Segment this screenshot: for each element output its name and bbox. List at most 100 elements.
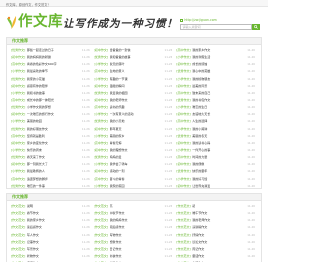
article-title-link[interactable]: 读后感作文 bbox=[27, 225, 81, 229]
article-title-link[interactable]: 友谊地久天长 bbox=[192, 112, 246, 116]
article-item[interactable]: [作文范文] 抒情作文 11-26 bbox=[176, 231, 255, 238]
article-category-link[interactable]: [初中作文] bbox=[94, 84, 108, 88]
article-item[interactable]: [作文范文] 观后感作文 11-26 bbox=[94, 224, 173, 231]
article-category-link[interactable]: [初中作文] bbox=[94, 48, 108, 52]
article-title-link[interactable]: 给爸爸的一封信 bbox=[110, 48, 164, 52]
article-category-link[interactable]: [作文范文] bbox=[176, 240, 190, 244]
article-item[interactable]: [优秀作文] 美丽的冬天 11-26 bbox=[176, 132, 255, 139]
article-category-link[interactable]: [高中作文] bbox=[94, 177, 108, 181]
article-item[interactable]: [小学作文] 我最喜欢的季节 11-26 bbox=[11, 68, 90, 75]
article-category-link[interactable]: [作文范文] bbox=[11, 211, 25, 215]
article-category-link[interactable]: [小学作文] bbox=[11, 169, 25, 173]
article-category-link[interactable]: [高中作文] bbox=[11, 62, 25, 66]
article-item[interactable]: [小学作文] 难忘的生日 11-26 bbox=[176, 104, 255, 111]
article-item[interactable]: [高中作文] 生命的意义 11-26 bbox=[94, 68, 173, 75]
article-title-link[interactable]: 演讲稿作文 bbox=[192, 225, 246, 229]
article-title-link[interactable]: 写人作文 bbox=[27, 233, 81, 237]
article-title-link[interactable]: 我爱我的祖国 bbox=[110, 91, 164, 95]
article-category-link[interactable]: [作文范文] bbox=[176, 247, 190, 251]
article-item[interactable]: [作文范文] 初 11-26 bbox=[176, 203, 255, 210]
article-item[interactable]: [作文范文] 记事作文 11-26 bbox=[11, 238, 90, 245]
article-item[interactable]: [初中作文] 给爸爸的一封信 11-26 bbox=[94, 47, 173, 54]
article-category-link[interactable]: [小学作文] bbox=[11, 119, 25, 123]
article-category-link[interactable]: [优秀作文] bbox=[11, 155, 25, 159]
article-category-link[interactable]: [初中作文] bbox=[11, 141, 25, 145]
article-item[interactable]: [高中作文] 追逐梦想的脚步 11-26 bbox=[11, 175, 90, 182]
article-title-link[interactable]: 我的家乡作文 bbox=[192, 48, 246, 52]
article-item[interactable]: [作文范文] 议论文作文 11-26 bbox=[176, 238, 255, 245]
article-item[interactable]: [初中作文] 家乡的变化作文 11-26 bbox=[11, 139, 90, 146]
article-category-link[interactable]: [高中作文] bbox=[176, 155, 190, 159]
article-item[interactable]: [高中作文] 我的家乡作文 11-26 bbox=[176, 47, 255, 54]
article-title-link[interactable]: 奋斗的青春 bbox=[110, 177, 164, 181]
article-category-link[interactable]: [作文范文] bbox=[11, 204, 25, 208]
article-category-link[interactable]: [小学作文] bbox=[11, 69, 25, 73]
article-category-link[interactable]: [高中作文] bbox=[94, 69, 108, 73]
article-title-link[interactable]: 成长的烦恼 bbox=[192, 62, 246, 66]
article-item[interactable]: [初中作文] 我的读书心得 11-26 bbox=[176, 139, 255, 146]
article-title-link[interactable]: 我家的菜园 bbox=[110, 184, 164, 188]
article-category-link[interactable]: [优秀作文] bbox=[11, 127, 25, 131]
article-title-link[interactable]: 我的好习惯 bbox=[192, 177, 246, 181]
article-category-link[interactable]: [小学作文] bbox=[176, 127, 190, 131]
article-item[interactable]: [优秀作文] 春天来了作文 11-26 bbox=[11, 154, 90, 161]
article-title-link[interactable]: 观后感作文 bbox=[110, 225, 164, 229]
article-title-link[interactable]: 我的老师作文 bbox=[192, 218, 246, 222]
article-title-link[interactable]: 那一刻我长大了 bbox=[27, 162, 81, 166]
article-title-link[interactable]: 日记作文 bbox=[110, 247, 164, 251]
article-category-link[interactable]: [小学作文] bbox=[94, 112, 108, 116]
article-title-link[interactable]: 最美的风景 bbox=[192, 84, 246, 88]
article-category-link[interactable]: [初中作文] bbox=[176, 162, 190, 166]
article-category-link[interactable]: [小学作文] bbox=[94, 162, 108, 166]
article-category-link[interactable]: [初中作文] bbox=[94, 148, 108, 152]
article-category-link[interactable]: [高中作文] bbox=[11, 98, 25, 102]
article-title-link[interactable]: 中秋节作文 bbox=[110, 211, 164, 215]
article-category-link[interactable]: [初中作文] bbox=[176, 62, 190, 66]
article-item[interactable]: [作文范文] 想象作文 11-26 bbox=[94, 238, 173, 245]
article-title-link[interactable]: 书信作文 bbox=[110, 254, 164, 258]
article-category-link[interactable]: [小学作文] bbox=[94, 62, 108, 66]
article-title-link[interactable]: 我的老师作文 bbox=[110, 98, 164, 102]
article-item[interactable]: [初中作文] 我的偶像 11-26 bbox=[176, 161, 255, 168]
article-title-link[interactable]: 致未来的自己 bbox=[192, 91, 246, 95]
article-category-link[interactable]: [优秀作文] bbox=[94, 91, 108, 95]
article-title-link[interactable]: 我的偶像 bbox=[192, 162, 246, 166]
article-category-link[interactable]: [小学作文] bbox=[176, 55, 190, 59]
search-button[interactable] bbox=[252, 24, 260, 30]
article-item[interactable]: [作文范文] 端午节作文 11-26 bbox=[176, 210, 255, 217]
article-title-link[interactable]: 家乡的变化作文 bbox=[27, 141, 81, 145]
article-category-link[interactable]: [作文范文] bbox=[94, 233, 108, 237]
article-item[interactable]: [作文范文] 读后感作文 11-26 bbox=[11, 224, 90, 231]
article-item[interactable]: [作文范文] 说明 11-26 bbox=[11, 203, 90, 210]
article-category-link[interactable]: [初中作文] bbox=[176, 184, 190, 188]
article-title-link[interactable]: 青春的色彩作文600字 bbox=[27, 62, 81, 66]
article-category-link[interactable]: [初中作文] bbox=[11, 55, 25, 59]
article-title-link[interactable]: 追逐梦想的脚步 bbox=[27, 177, 81, 181]
article-title-link[interactable]: 我的读书心得 bbox=[192, 141, 246, 145]
article-title-link[interactable]: 青春无悔 bbox=[110, 141, 164, 145]
article-title-link[interactable]: 我的小天地 bbox=[110, 119, 164, 123]
article-title-link[interactable]: 快乐的周末 bbox=[27, 148, 81, 152]
article-item[interactable]: [优秀作文] 快乐的童年 11-26 bbox=[176, 168, 255, 175]
article-title-link[interactable]: 秋天的落叶 bbox=[110, 62, 164, 66]
article-title-link[interactable]: 初 bbox=[192, 204, 246, 208]
article-category-link[interactable]: [作文范文] bbox=[176, 254, 190, 258]
article-item[interactable]: [高中作文] 成长中的那一抹阳光 11-26 bbox=[11, 96, 90, 103]
article-item[interactable]: [作文范文] 我的老师作文 11-26 bbox=[176, 217, 255, 224]
article-category-link[interactable]: [作文范文] bbox=[11, 247, 25, 251]
article-category-link[interactable]: [优秀作文] bbox=[176, 98, 190, 102]
article-title-link[interactable]: 春节作文 bbox=[27, 211, 81, 215]
search-input[interactable]: 请输入关键词 bbox=[180, 24, 252, 30]
article-title-link[interactable]: 我家的小花猫 bbox=[27, 77, 81, 81]
article-category-link[interactable]: [优秀作文] bbox=[11, 77, 25, 81]
article-title-link[interactable]: 美丽的冬天 bbox=[192, 134, 246, 138]
article-title-link[interactable]: 童话作文 bbox=[192, 254, 246, 258]
article-item[interactable]: [作文范文] 写物作文 11-26 bbox=[94, 231, 173, 238]
article-title-link[interactable]: 我最喜欢的季节 bbox=[27, 69, 81, 73]
article-category-link[interactable]: [优秀作文] bbox=[11, 48, 25, 52]
article-item[interactable]: [小学作文] 我的好习惯 11-26 bbox=[176, 175, 255, 182]
article-title-link[interactable]: 一次有意义的活动 bbox=[110, 112, 164, 116]
article-title-link[interactable]: 我的小闹钟 bbox=[192, 127, 246, 131]
article-title-link[interactable]: 人生的选择 bbox=[192, 119, 246, 123]
article-title-link[interactable]: 高 bbox=[110, 204, 164, 208]
